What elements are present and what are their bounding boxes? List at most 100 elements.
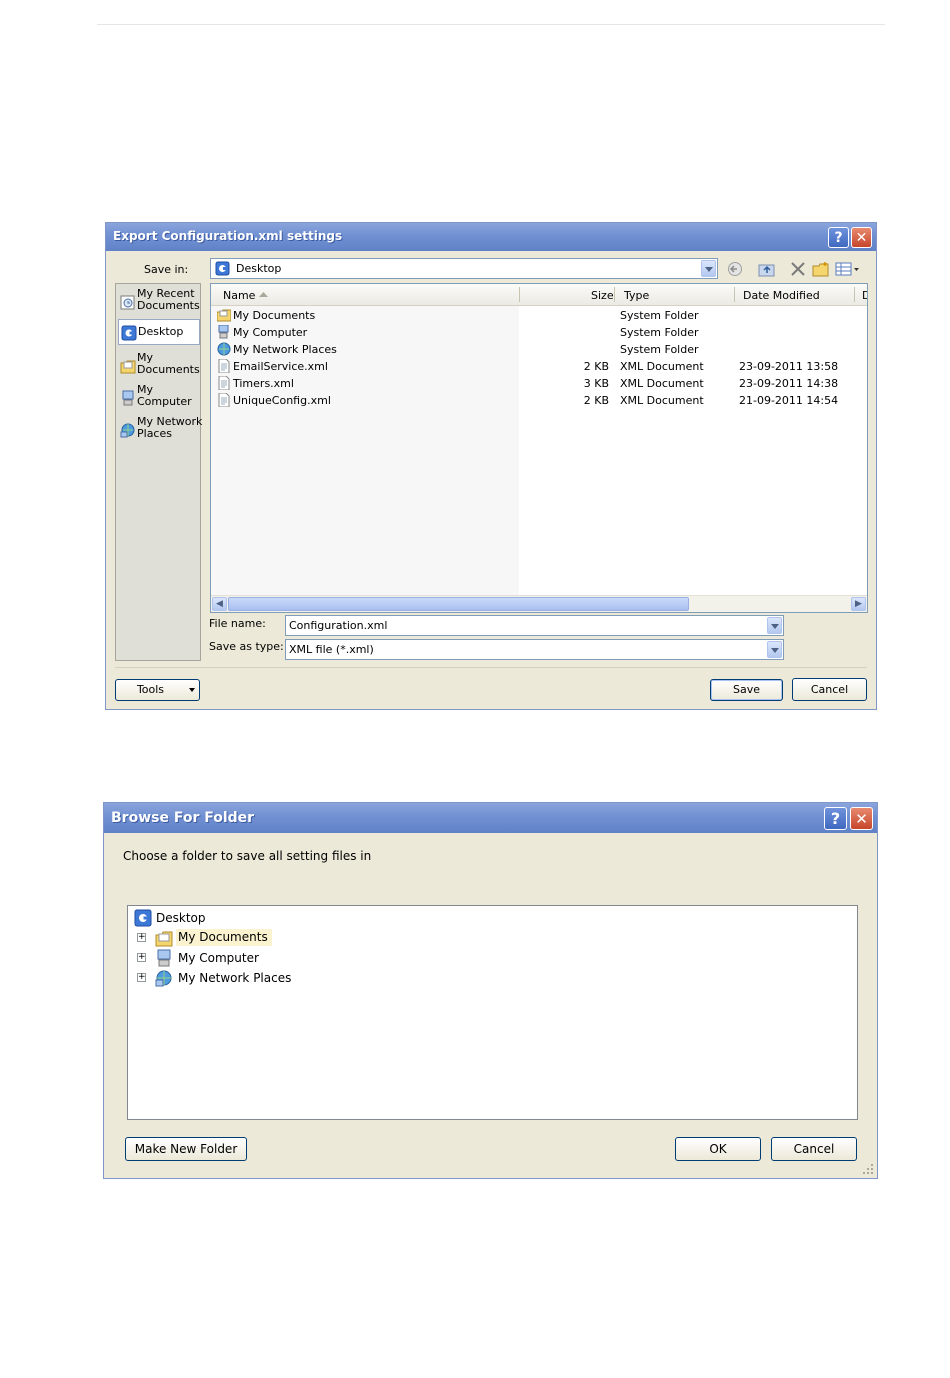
xml-file-icon (218, 376, 230, 390)
folder-tree[interactable]: Desktop + My Documents + My Computer + M… (127, 905, 858, 1120)
file-name-label: File name: (209, 617, 266, 630)
scroll-right-icon[interactable]: ▶ (851, 597, 866, 611)
delete-icon[interactable] (789, 261, 807, 277)
tools-label: Tools (136, 683, 165, 696)
cancel-button[interactable]: Cancel (792, 678, 867, 701)
file-name: EmailService.xml (233, 360, 328, 373)
save-as-type-select[interactable]: XML file (*.xml) (285, 639, 784, 660)
file-type: System Folder (620, 343, 699, 356)
expand-icon[interactable]: + (137, 933, 146, 942)
chevron-down-icon (189, 688, 195, 692)
place-my-documents[interactable]: My Documents (118, 352, 200, 380)
help-button[interactable]: ? (824, 807, 847, 830)
dialog-title: Browse For Folder (111, 810, 255, 826)
place-label-line2: Documents (137, 363, 200, 376)
file-name: UniqueConfig.xml (233, 394, 331, 407)
column-header-date-modified[interactable]: Date Modified (743, 289, 820, 302)
scrollbar-thumb[interactable] (228, 597, 689, 611)
file-size: 2 KB (583, 360, 609, 373)
file-name-value: Configuration.xml (289, 619, 388, 632)
column-header-size[interactable]: Size (591, 289, 614, 302)
column-header-extra[interactable]: D (862, 289, 867, 302)
file-type: System Folder (620, 309, 699, 322)
file-name-input[interactable]: Configuration.xml (285, 615, 784, 636)
places-bar: My Recent Documents Desktop My Documents M… (115, 283, 202, 661)
column-separator[interactable] (734, 287, 735, 302)
desktop-icon (121, 325, 137, 341)
network-places-icon (120, 423, 135, 438)
column-header-name[interactable]: Name (223, 289, 255, 302)
horizontal-scrollbar[interactable]: ◀ ▶ (211, 595, 867, 612)
place-my-computer[interactable]: My Computer (118, 384, 200, 412)
ok-button[interactable]: OK (675, 1137, 761, 1161)
file-row[interactable]: EmailService.xml 2 KB XML Document 23-09… (211, 358, 867, 375)
chevron-down-icon[interactable] (767, 617, 782, 634)
divider (115, 667, 867, 668)
file-date: 23-09-2011 14:38 (739, 377, 839, 390)
expand-icon[interactable]: + (137, 953, 146, 962)
file-type: XML Document (620, 360, 704, 373)
file-row[interactable]: My Documents System Folder (211, 307, 867, 324)
my-documents-icon (155, 931, 173, 947)
title-bar[interactable]: Export Configuration.xml settings ? ✕ (106, 223, 876, 251)
scroll-left-icon[interactable]: ◀ (212, 597, 227, 611)
views-menu-icon[interactable] (835, 261, 859, 277)
place-label-line1: Desktop (138, 325, 184, 338)
file-name: My Documents (233, 309, 316, 322)
new-folder-icon[interactable] (812, 261, 830, 277)
save-in-label: Save in: (144, 263, 189, 276)
place-my-network-places[interactable]: My Network Places (118, 416, 202, 444)
place-label-line2: Computer (137, 395, 192, 408)
back-icon[interactable] (726, 261, 744, 277)
resize-grip-icon[interactable] (862, 1163, 874, 1175)
tree-item-my-documents[interactable]: + My Documents (128, 928, 428, 948)
chevron-down-icon[interactable] (701, 260, 716, 277)
folder-icon (217, 309, 231, 322)
computer-icon (218, 325, 229, 339)
up-folder-icon[interactable] (758, 261, 776, 277)
dialog-title: Export Configuration.xml settings (113, 229, 343, 243)
file-row[interactable]: UniqueConfig.xml 2 KB XML Document 21-09… (211, 392, 867, 409)
xml-file-icon (218, 393, 230, 407)
place-label-line2: Places (137, 427, 172, 440)
export-save-dialog: Export Configuration.xml settings ? ✕ Sa… (105, 222, 877, 710)
make-new-folder-button[interactable]: Make New Folder (125, 1137, 247, 1161)
tools-button[interactable]: Tools (115, 679, 200, 701)
file-row[interactable]: My Network Places System Folder (211, 341, 867, 358)
file-name: Timers.xml (233, 377, 294, 390)
save-button[interactable]: Save (710, 679, 783, 701)
instruction-text: Choose a folder to save all setting file… (123, 849, 372, 863)
column-header-type[interactable]: Type (624, 289, 649, 302)
place-label-line2: Documents (137, 299, 200, 312)
close-button[interactable]: ✕ (850, 807, 873, 830)
column-separator[interactable] (519, 287, 520, 302)
place-desktop[interactable]: Desktop (118, 319, 200, 345)
file-row[interactable]: Timers.xml 3 KB XML Document 23-09-2011 … (211, 375, 867, 392)
tree-item-my-computer[interactable]: + My Computer (128, 948, 428, 968)
expand-icon[interactable]: + (137, 973, 146, 982)
tree-label: Desktop (156, 911, 206, 925)
chevron-down-icon[interactable] (767, 641, 782, 658)
close-button[interactable]: ✕ (851, 227, 872, 248)
browse-for-folder-dialog: Browse For Folder ? ✕ Choose a folder to… (103, 802, 878, 1179)
tree-item-desktop[interactable]: Desktop (128, 908, 328, 928)
file-date: 21-09-2011 14:54 (739, 394, 839, 407)
save-as-type-label: Save as type: (209, 640, 284, 653)
file-row[interactable]: My Computer System Folder (211, 324, 867, 341)
tree-item-my-network-places[interactable]: + My Network Places (128, 968, 428, 988)
file-type: System Folder (620, 326, 699, 339)
column-separator[interactable] (854, 287, 855, 302)
title-bar[interactable]: Browse For Folder ? ✕ (104, 803, 877, 833)
page-top-rule (97, 24, 885, 25)
cancel-button[interactable]: Cancel (771, 1137, 857, 1161)
my-documents-icon (120, 360, 136, 374)
network-icon (217, 342, 231, 356)
tree-label: My Network Places (178, 971, 292, 985)
column-header-row: Name Size Type Date Modified D (211, 284, 867, 306)
column-separator[interactable] (614, 287, 615, 302)
save-in-combo[interactable]: Desktop (210, 258, 718, 279)
help-button[interactable]: ? (828, 227, 849, 248)
file-list[interactable]: Name Size Type Date Modified D My Docume… (210, 283, 868, 613)
file-type: XML Document (620, 377, 704, 390)
place-my-recent-documents[interactable]: My Recent Documents (118, 288, 200, 316)
